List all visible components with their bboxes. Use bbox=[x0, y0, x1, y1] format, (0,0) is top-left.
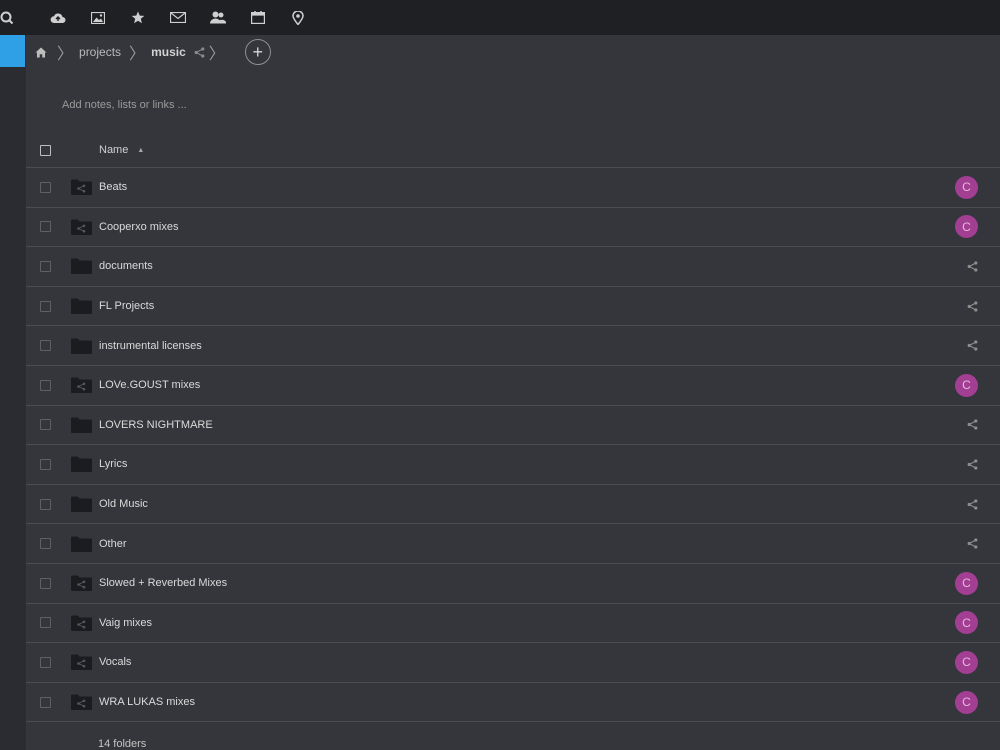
share-icon[interactable] bbox=[194, 46, 205, 58]
contacts-icon[interactable] bbox=[198, 0, 238, 35]
folder-icon bbox=[71, 496, 92, 513]
calendar-icon[interactable] bbox=[238, 0, 278, 35]
folder-name[interactable]: LOVe.GOUST mixes bbox=[99, 379, 200, 391]
top-app-bar bbox=[0, 0, 1000, 35]
table-row[interactable]: LOVERS NIGHTMARE bbox=[26, 406, 1000, 446]
breadcrumb-separator: 〉 bbox=[129, 44, 146, 63]
table-row[interactable]: Cooperxo mixes C bbox=[26, 208, 1000, 248]
row-checkbox[interactable] bbox=[40, 577, 51, 589]
table-row[interactable]: LOVe.GOUST mixes C bbox=[26, 366, 1000, 406]
share-icon[interactable] bbox=[966, 260, 978, 272]
folder-name[interactable]: instrumental licenses bbox=[99, 340, 202, 352]
table-row[interactable]: Slowed + Reverbed Mixes C bbox=[26, 564, 1000, 604]
row-checkbox[interactable] bbox=[40, 617, 51, 629]
active-nav-indicator[interactable] bbox=[0, 35, 25, 67]
shared-folder-icon bbox=[71, 615, 92, 631]
star-icon[interactable] bbox=[118, 0, 158, 35]
row-checkbox[interactable] bbox=[40, 300, 51, 312]
table-row[interactable]: WRA LUKAS mixes C bbox=[26, 683, 1000, 723]
cloud-icon[interactable] bbox=[38, 0, 78, 35]
folder-count: 14 folders bbox=[98, 738, 147, 750]
table-row[interactable]: instrumental licenses bbox=[26, 326, 1000, 366]
share-icon[interactable] bbox=[966, 340, 978, 352]
row-checkbox[interactable] bbox=[40, 656, 51, 668]
folder-icon bbox=[71, 536, 92, 552]
owner-avatar[interactable]: C bbox=[955, 175, 978, 199]
breadcrumb-item-projects[interactable]: projects bbox=[79, 45, 121, 59]
folder-name[interactable]: LOVERS NIGHTMARE bbox=[99, 419, 213, 431]
left-navigation bbox=[0, 35, 26, 750]
owner-avatar[interactable]: C bbox=[955, 571, 978, 595]
table-row[interactable]: Lyrics bbox=[26, 445, 1000, 485]
files-main: 〉 projects 〉 music 〉 + Add notes, lists … bbox=[26, 35, 1000, 750]
row-checkbox[interactable] bbox=[40, 419, 51, 431]
table-row[interactable]: Old Music bbox=[26, 485, 1000, 525]
folder-name[interactable]: Cooperxo mixes bbox=[99, 221, 178, 233]
folder-name[interactable]: Vocals bbox=[99, 656, 131, 668]
row-checkbox[interactable] bbox=[40, 340, 51, 352]
breadcrumb-separator: 〉 bbox=[208, 44, 225, 63]
folder-name[interactable]: WRA LUKAS mixes bbox=[99, 696, 195, 708]
row-checkbox[interactable] bbox=[40, 181, 51, 193]
table-row[interactable]: Vocals C bbox=[26, 643, 1000, 683]
share-icon[interactable] bbox=[966, 419, 978, 431]
table-header: Name ▲ bbox=[26, 133, 1000, 168]
owner-avatar[interactable]: C bbox=[955, 611, 978, 635]
share-icon[interactable] bbox=[966, 300, 978, 312]
add-new-button[interactable]: + bbox=[244, 39, 271, 65]
shared-folder-icon bbox=[71, 694, 92, 711]
select-all-checkbox[interactable] bbox=[40, 144, 51, 156]
table-row[interactable]: Beats C bbox=[26, 168, 1000, 208]
folder-icon bbox=[71, 298, 92, 315]
share-icon[interactable] bbox=[966, 458, 978, 470]
folder-name[interactable]: Slowed + Reverbed Mixes bbox=[99, 577, 227, 589]
share-icon[interactable] bbox=[966, 498, 978, 510]
breadcrumb-item-music[interactable]: music bbox=[151, 45, 186, 59]
folder-icon bbox=[71, 456, 92, 473]
owner-avatar[interactable]: C bbox=[955, 373, 978, 397]
folder-name[interactable]: Beats bbox=[99, 181, 127, 193]
name-column-header[interactable]: Name bbox=[99, 144, 128, 156]
folder-icon bbox=[71, 338, 92, 354]
row-checkbox[interactable] bbox=[40, 379, 51, 391]
owner-avatar[interactable]: C bbox=[955, 215, 978, 239]
shared-folder-icon bbox=[71, 654, 92, 671]
folder-name[interactable]: documents bbox=[99, 260, 153, 272]
sort-ascending-icon[interactable]: ▲ bbox=[137, 147, 144, 154]
mail-icon[interactable] bbox=[158, 0, 198, 35]
search-icon[interactable] bbox=[0, 0, 16, 35]
table-row[interactable]: documents bbox=[26, 247, 1000, 287]
row-checkbox[interactable] bbox=[40, 498, 51, 510]
folder-name[interactable]: FL Projects bbox=[99, 300, 154, 312]
table-row[interactable]: Other bbox=[26, 524, 1000, 564]
home-icon[interactable] bbox=[35, 47, 49, 58]
folder-icon bbox=[71, 258, 92, 275]
breadcrumb: 〉 projects 〉 music 〉 + bbox=[26, 35, 1000, 69]
file-list: Beats C Cooperxo mixes Cdocuments FL Project… bbox=[26, 168, 1000, 723]
table-row[interactable]: Vaig mixes C bbox=[26, 604, 1000, 644]
shared-folder-icon bbox=[71, 377, 92, 394]
table-row[interactable]: FL Projects bbox=[26, 287, 1000, 327]
share-icon[interactable] bbox=[966, 538, 978, 550]
row-checkbox[interactable] bbox=[40, 221, 51, 233]
maps-icon[interactable] bbox=[278, 0, 318, 35]
photos-icon[interactable] bbox=[78, 0, 118, 35]
shared-folder-icon bbox=[71, 575, 92, 592]
folder-icon bbox=[71, 417, 92, 433]
folder-name[interactable]: Vaig mixes bbox=[99, 617, 152, 629]
shared-folder-icon bbox=[71, 219, 92, 235]
row-checkbox[interactable] bbox=[40, 538, 51, 550]
shared-folder-icon bbox=[71, 179, 92, 196]
notes-placeholder[interactable]: Add notes, lists or links ... bbox=[62, 99, 187, 111]
row-checkbox[interactable] bbox=[40, 260, 51, 272]
breadcrumb-separator: 〉 bbox=[57, 44, 74, 63]
row-checkbox[interactable] bbox=[40, 696, 51, 708]
row-checkbox[interactable] bbox=[40, 458, 51, 470]
owner-avatar[interactable]: C bbox=[955, 690, 978, 714]
folder-name[interactable]: Other bbox=[99, 538, 127, 550]
folder-name[interactable]: Lyrics bbox=[99, 458, 127, 470]
owner-avatar[interactable]: C bbox=[955, 650, 978, 674]
folder-name[interactable]: Old Music bbox=[99, 498, 148, 510]
